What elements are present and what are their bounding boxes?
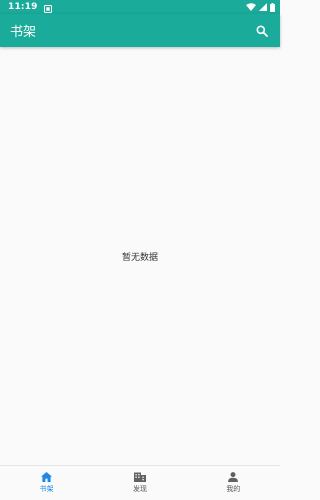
app-bar: 书架	[0, 14, 280, 47]
signal-icon	[259, 3, 267, 11]
wifi-icon	[246, 3, 256, 11]
bookshelf-content: 暂无数据	[0, 47, 280, 465]
discover-icon	[133, 472, 146, 482]
nav-item-bookshelf[interactable]: 书架	[0, 466, 93, 500]
bottom-navigation: 书架 发现 我的	[0, 465, 280, 500]
home-icon	[41, 472, 53, 482]
person-icon	[228, 472, 239, 482]
app-root: 11:19 书架 暂无数据 书架 发现 我的	[0, 0, 280, 500]
search-button[interactable]	[252, 21, 272, 41]
nav-label-discover: 发现	[132, 485, 147, 493]
status-right	[246, 2, 275, 12]
status-time: 11:19	[8, 2, 38, 12]
nav-label-bookshelf: 书架	[39, 485, 54, 493]
nav-item-discover[interactable]: 发现	[93, 466, 186, 500]
status-bar: 11:19	[0, 0, 280, 14]
battery-icon	[270, 2, 275, 12]
search-icon	[256, 25, 268, 37]
empty-state-message: 暂无数据	[121, 252, 158, 263]
nav-label-profile: 我的	[226, 485, 241, 493]
page-title: 书架	[10, 25, 37, 40]
nav-item-profile[interactable]: 我的	[187, 466, 280, 500]
